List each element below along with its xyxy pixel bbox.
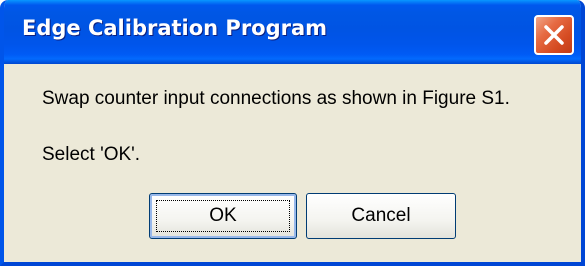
ok-button[interactable]: OK — [149, 193, 297, 239]
instruction-text: Select 'OK'. — [42, 144, 141, 165]
window-title: Edge Calibration Program — [22, 16, 328, 40]
close-button[interactable] — [534, 15, 574, 55]
cancel-button[interactable]: Cancel — [306, 193, 456, 239]
close-icon — [544, 25, 564, 45]
message-dialog: Edge Calibration Program Swap counter in… — [0, 0, 585, 266]
ok-button-label: OK — [209, 205, 237, 226]
cancel-button-label: Cancel — [351, 205, 411, 226]
message-text: Swap counter input connections as shown … — [42, 88, 510, 109]
title-bar[interactable]: Edge Calibration Program — [4, 0, 581, 64]
